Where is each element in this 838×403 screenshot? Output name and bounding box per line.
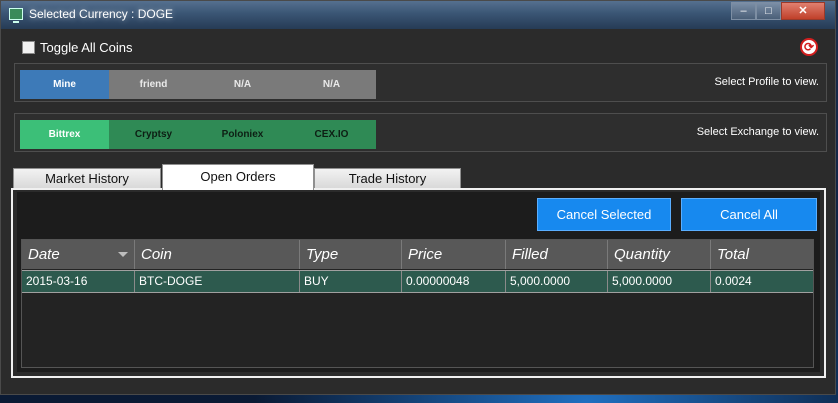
- exchange-item-poloniex[interactable]: Poloniex: [198, 120, 287, 149]
- tab-open-orders[interactable]: Open Orders: [162, 164, 314, 190]
- maximize-button[interactable]: □: [756, 2, 781, 20]
- close-button[interactable]: ✕: [781, 2, 825, 20]
- table-row[interactable]: 2015-03-16 BTC-DOGE BUY 0.00000048 5,000…: [22, 270, 813, 293]
- column-header-date-label: Date: [28, 246, 60, 263]
- tab-trade-history[interactable]: Trade History: [314, 168, 461, 189]
- app-window: Selected Currency : DOGE – □ ✕ Toggle Al…: [0, 0, 836, 395]
- profile-hint: Select Profile to view.: [714, 76, 819, 88]
- profile-item-na-1[interactable]: N/A: [198, 70, 287, 99]
- monitor-icon: [9, 8, 23, 23]
- cell-date: 2015-03-16: [22, 271, 135, 292]
- cell-type: BUY: [300, 271, 402, 292]
- open-orders-panel: Cancel Selected Cancel All Date Coin Typ…: [11, 188, 826, 378]
- profile-tabs: Mine friend N/A N/A: [20, 70, 376, 99]
- table-header: Date Coin Type Price Filled Quantity Tot…: [22, 240, 813, 269]
- cell-coin: BTC-DOGE: [135, 271, 300, 292]
- column-header-filled[interactable]: Filled: [506, 240, 608, 269]
- exchange-selector: Bittrex Cryptsy Poloniex CEX.IO Select E…: [14, 113, 827, 152]
- toggle-all-label: Toggle All Coins: [40, 40, 133, 55]
- profile-item-na-2[interactable]: N/A: [287, 70, 376, 99]
- minimize-button[interactable]: –: [731, 2, 756, 20]
- exchange-item-bittrex[interactable]: Bittrex: [20, 120, 109, 149]
- cell-quantity: 5,000.0000: [608, 271, 711, 292]
- profile-selector: Mine friend N/A N/A Select Profile to vi…: [14, 63, 827, 102]
- window-title: Selected Currency : DOGE: [29, 7, 174, 21]
- profile-item-friend[interactable]: friend: [109, 70, 198, 99]
- toggle-all-checkbox[interactable]: [22, 41, 35, 54]
- window-client: Toggle All Coins ⟳ Mine friend N/A N/A S…: [8, 30, 829, 389]
- open-orders-content: Cancel Selected Cancel All Date Coin Typ…: [17, 192, 820, 372]
- orders-table: Date Coin Type Price Filled Quantity Tot…: [21, 239, 814, 368]
- column-header-type[interactable]: Type: [300, 240, 402, 269]
- exchange-tabs: Bittrex Cryptsy Poloniex CEX.IO: [20, 120, 376, 149]
- exchange-item-cryptsy[interactable]: Cryptsy: [109, 120, 198, 149]
- refresh-icon[interactable]: ⟳: [800, 38, 818, 56]
- sort-down-icon: [118, 252, 128, 257]
- cell-total: 0.0024: [715, 274, 752, 288]
- column-header-coin[interactable]: Coin: [135, 240, 300, 269]
- column-header-quantity[interactable]: Quantity: [608, 240, 711, 269]
- cancel-selected-button[interactable]: Cancel Selected: [537, 198, 671, 231]
- cell-filled: 5,000.0000: [506, 271, 608, 292]
- exchange-item-cexio[interactable]: CEX.IO: [287, 120, 376, 149]
- cell-price: 0.00000048: [402, 271, 506, 292]
- cancel-all-button[interactable]: Cancel All: [681, 198, 817, 231]
- profile-item-mine[interactable]: Mine: [20, 70, 109, 99]
- tab-market-history[interactable]: Market History: [13, 168, 161, 189]
- exchange-hint: Select Exchange to view.: [696, 126, 819, 138]
- title-bar[interactable]: Selected Currency : DOGE – □ ✕: [1, 1, 835, 29]
- column-header-date[interactable]: Date: [22, 240, 135, 269]
- column-header-price[interactable]: Price: [402, 240, 506, 269]
- column-header-total[interactable]: Total: [711, 240, 813, 269]
